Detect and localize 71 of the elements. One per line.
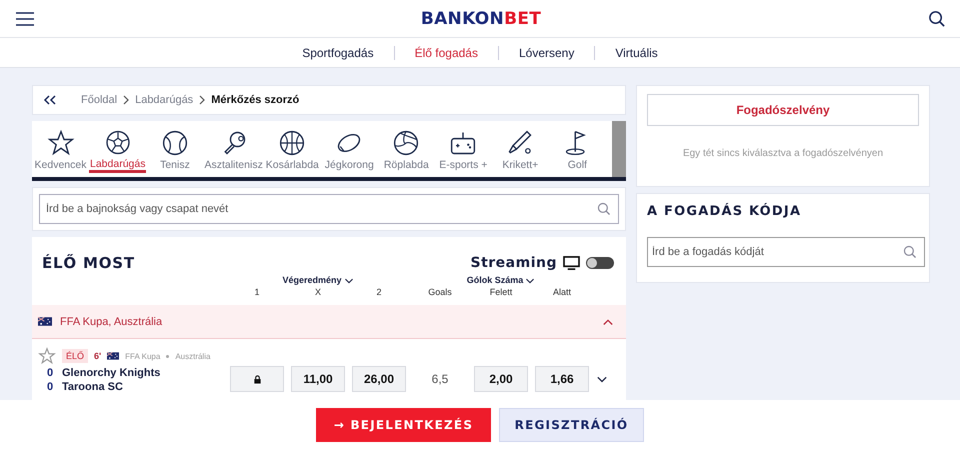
- market-header[interactable]: Gólok Száma: [413, 273, 589, 287]
- team-score: 0: [46, 381, 54, 393]
- goal-line: 6,5: [430, 372, 450, 386]
- volleyball-icon: [392, 129, 420, 157]
- column-header: Alatt: [552, 287, 572, 299]
- sport-tab[interactable]: Jégkorong: [320, 121, 378, 177]
- live-badge: ÉLŐ: [62, 349, 88, 363]
- league-name: FFA Kupa: [125, 352, 160, 360]
- menu-icon[interactable]: [16, 12, 34, 26]
- search-icon[interactable]: [928, 10, 946, 28]
- sport-tab[interactable]: Krikett+: [492, 121, 549, 177]
- sport-tab[interactable]: Labdarúgás: [89, 121, 146, 173]
- column-header: 1: [253, 287, 260, 299]
- star-icon[interactable]: [38, 347, 56, 365]
- empty-message: Egy tét sincs kiválasztva a fogadószelvényen: [682, 148, 884, 159]
- flag-icon: [38, 317, 52, 326]
- sport-tab[interactable]: Tenisz: [146, 121, 204, 177]
- chevron-down-icon: [344, 276, 354, 284]
- streaming-label: Streaming: [470, 255, 557, 271]
- chevron-icon: [123, 95, 130, 105]
- dot-icon: [166, 354, 170, 358]
- monitor-icon: [563, 256, 580, 270]
- team-score: 0: [46, 367, 54, 379]
- sport-tab[interactable]: Röplabda: [378, 121, 435, 177]
- basketball-icon: [278, 129, 306, 157]
- nav-link[interactable]: Lóverseny: [498, 46, 594, 60]
- team-name: Taroona SC: [62, 381, 124, 393]
- chevron-down-icon: [525, 276, 536, 284]
- section-title: A FOGADÁS KÓDJA: [647, 204, 802, 219]
- column-header: Goals: [427, 287, 453, 299]
- tournament-header[interactable]: FFA Kupa, Ausztrália: [32, 305, 626, 339]
- column-header: Felett: [488, 287, 514, 299]
- chevron-down-icon[interactable]: [596, 374, 608, 384]
- sport-tab[interactable]: Kosárlabda: [264, 121, 321, 177]
- nav-link[interactable]: Virtuális: [594, 46, 678, 60]
- nav-link[interactable]: Élő fogadás: [394, 46, 498, 60]
- brand-logo[interactable]: BANKONBET: [420, 8, 542, 28]
- tennis-ball-icon: [160, 129, 189, 157]
- soccer-ball-icon: [104, 129, 132, 156]
- register-button[interactable]: REGISZTRÁCIÓ: [499, 408, 644, 442]
- column-header: X: [314, 287, 322, 299]
- odds-button[interactable]: [230, 366, 284, 392]
- odds-button[interactable]: 26,00: [352, 366, 406, 392]
- breadcrumb-link[interactable]: Labdarúgás: [135, 94, 194, 106]
- chevron-up-icon[interactable]: [602, 316, 614, 326]
- tournament-name: FFA Kupa, Ausztrália: [60, 316, 164, 328]
- star-icon: [46, 129, 74, 157]
- odds-button[interactable]: 2,00: [474, 366, 528, 392]
- breadcrumb-link[interactable]: Főoldal: [81, 94, 118, 106]
- lock-icon: [252, 374, 262, 384]
- search-icon: [597, 202, 611, 216]
- section-title: ÉLŐ MOST: [42, 254, 135, 272]
- search-icon: [903, 245, 917, 259]
- team-name: Glenorchy Knights: [62, 367, 162, 379]
- nav-link[interactable]: Sportfogadás: [282, 46, 394, 60]
- flag-icon: [107, 352, 120, 360]
- sport-tab[interactable]: Golf: [548, 121, 606, 177]
- sport-tab[interactable]: E-sports +: [434, 121, 492, 177]
- sport-tab[interactable]: Asztalitenisz: [203, 121, 264, 177]
- country-name: Ausztrália: [175, 352, 210, 360]
- chevron-icon: [199, 95, 206, 105]
- market-header[interactable]: Végeredmény: [230, 273, 406, 287]
- column-header: 2: [375, 287, 382, 299]
- back-icon[interactable]: [43, 95, 57, 105]
- odds-button[interactable]: 1,66: [535, 366, 589, 392]
- sport-tab[interactable]: Kedvencek: [32, 121, 89, 177]
- odds-button[interactable]: 11,00: [291, 366, 345, 392]
- match-minute: 6': [94, 351, 102, 361]
- betslip-tab[interactable]: Fogadószelvény: [647, 94, 919, 126]
- streaming-toggle[interactable]: [586, 257, 614, 269]
- login-button[interactable]: → BEJELENTKEZÉS: [316, 408, 491, 442]
